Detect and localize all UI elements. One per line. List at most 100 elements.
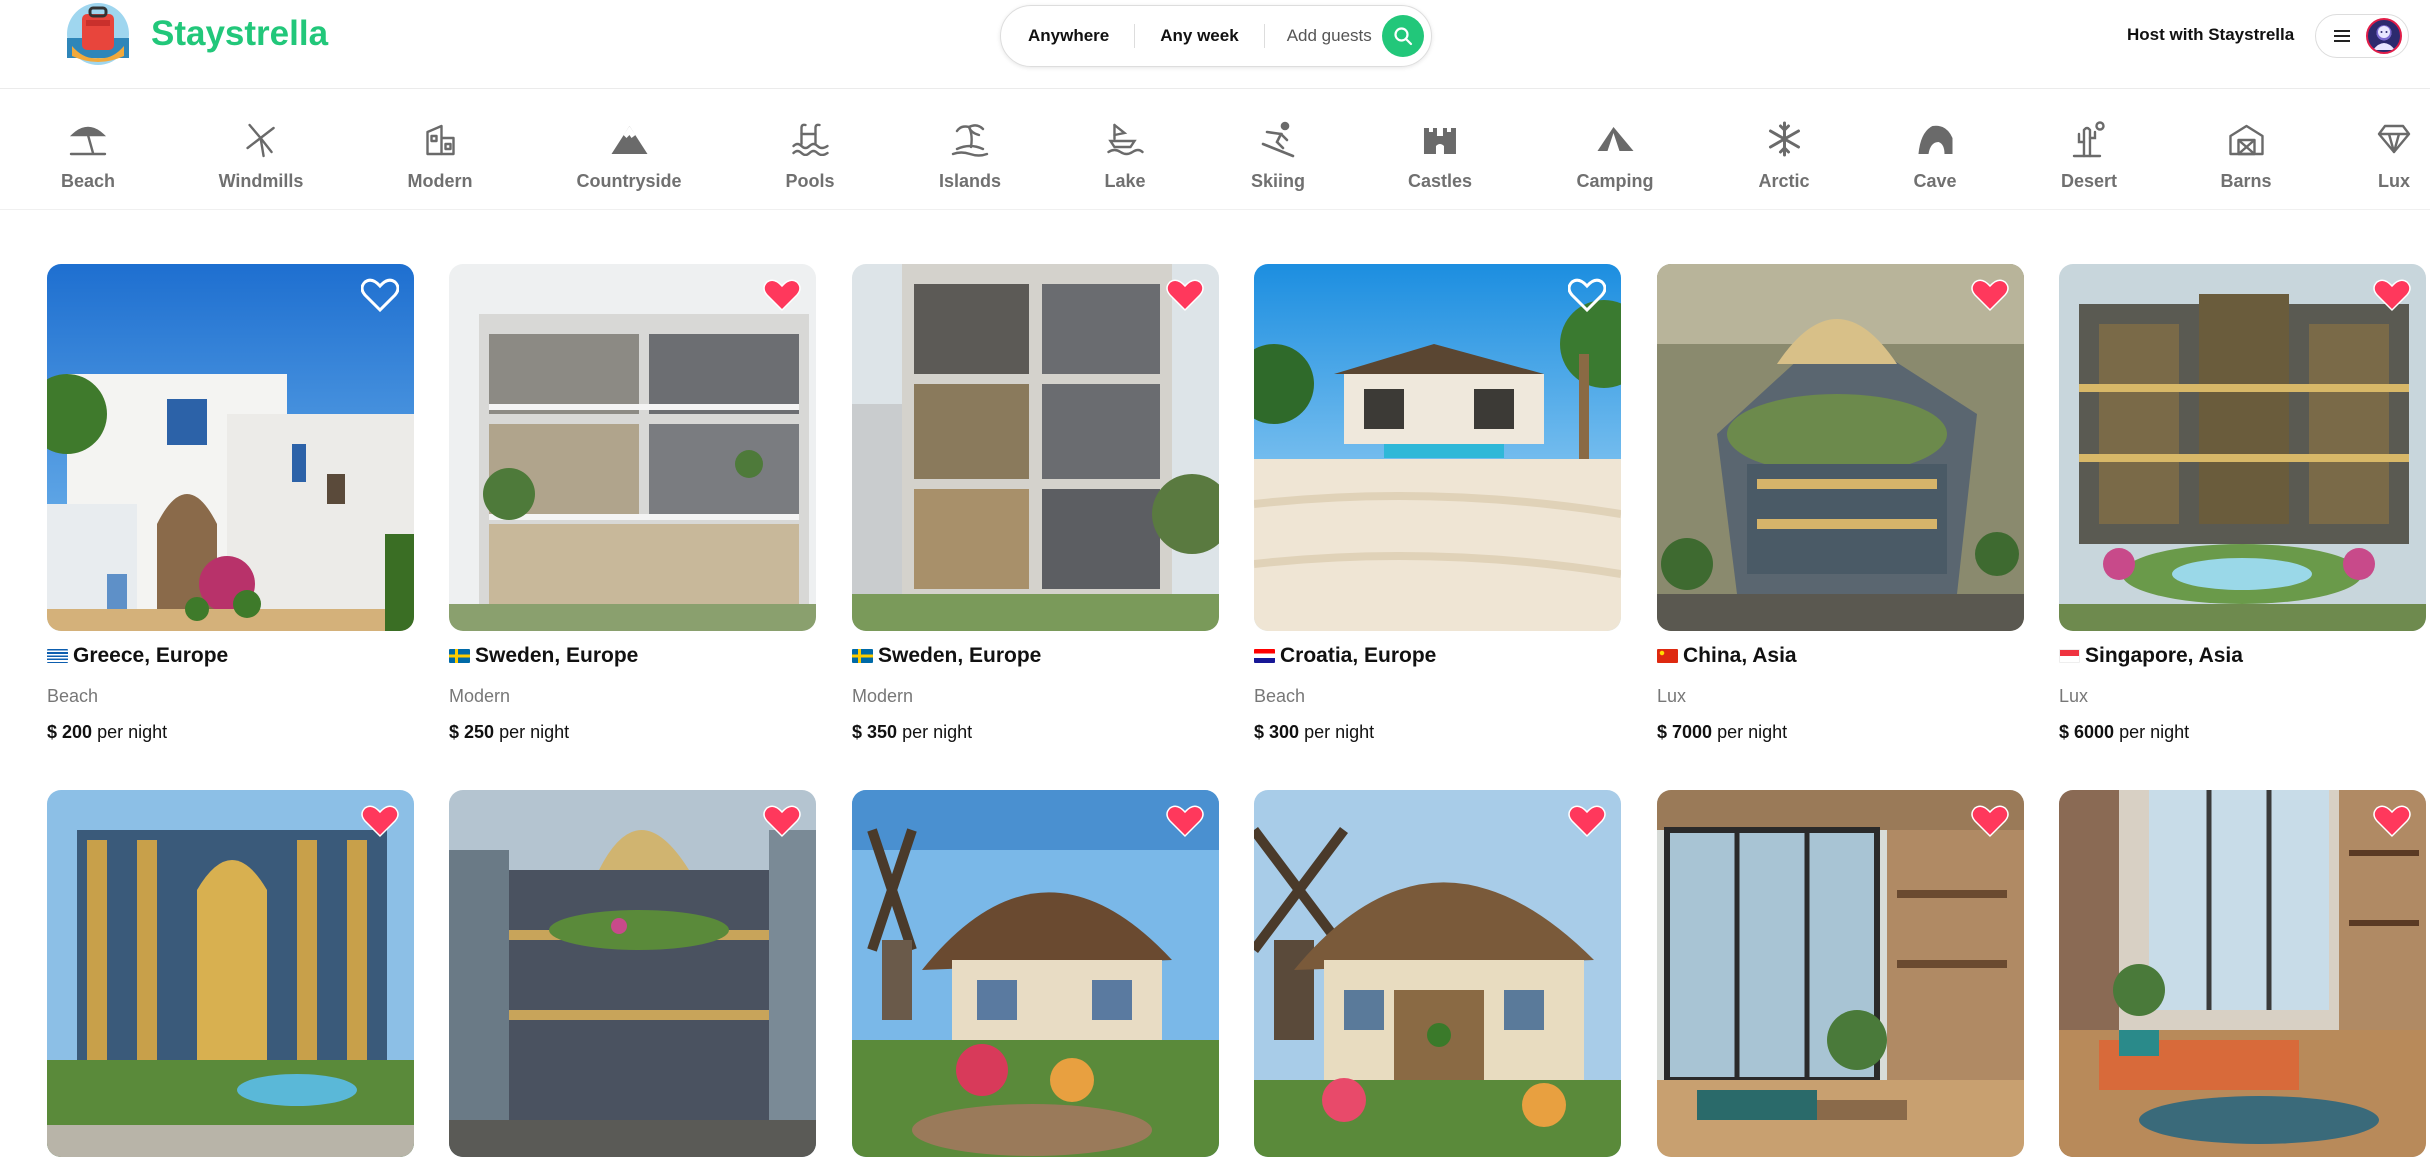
listing-category: Beach	[1254, 686, 1306, 706]
listing-photo[interactable]	[1657, 790, 2024, 1157]
search-add-guests-button[interactable]: Add guests	[1265, 26, 1372, 46]
category-windmills[interactable]: Windmills	[219, 119, 303, 192]
listing-card[interactable]: Greece, Europe Beach $ 200 per night	[47, 264, 414, 743]
pool-icon	[790, 119, 830, 159]
favorite-heart-icon[interactable]	[1166, 804, 1204, 838]
listing-card[interactable]	[852, 790, 1219, 1157]
brand-name[interactable]: Staystrella	[151, 14, 328, 54]
avatar	[2366, 18, 2402, 54]
skiing-icon	[1258, 119, 1298, 159]
favorite-heart-icon[interactable]	[2373, 804, 2411, 838]
listing-category: Lux	[2059, 686, 2089, 706]
listing-card[interactable]: Sweden, Europe Modern $ 250 per night	[449, 264, 816, 743]
listing-category: Beach	[47, 686, 99, 706]
hamburger-menu-icon	[2334, 30, 2350, 42]
category-lux[interactable]: Lux	[2374, 119, 2414, 192]
favorite-heart-icon[interactable]	[1971, 804, 2009, 838]
island-palm-icon	[950, 119, 990, 159]
category-lake[interactable]: Lake	[1104, 119, 1146, 192]
sweden-flag-icon	[852, 649, 873, 663]
favorite-heart-icon[interactable]	[1568, 278, 1606, 312]
favorite-heart-icon[interactable]	[763, 278, 801, 312]
brand-logo-icon[interactable]	[64, 2, 132, 66]
category-desert[interactable]: Desert	[2061, 119, 2117, 192]
listing-photo[interactable]	[47, 264, 414, 631]
top-header: Staystrella Anywhere Any week Add guests…	[0, 0, 2430, 89]
listing-card[interactable]: Singapore, Asia Lux $ 6000 per night	[2059, 264, 2426, 743]
listing-price: $ 300 per night	[1254, 722, 1375, 742]
search-any-week-button[interactable]: Any week	[1135, 26, 1263, 46]
cave-icon	[1915, 119, 1955, 159]
category-islands[interactable]: Islands	[939, 119, 1001, 192]
singapore-flag-icon	[2059, 649, 2080, 663]
listing-location: Sweden, Europe	[852, 644, 1219, 668]
listing-card[interactable]	[1254, 790, 1621, 1157]
search-submit-button[interactable]	[1381, 15, 1424, 57]
favorite-heart-icon[interactable]	[2373, 278, 2411, 312]
favorite-heart-icon[interactable]	[1971, 278, 2009, 312]
listing-photo[interactable]	[2059, 264, 2426, 631]
greece-flag-icon	[47, 649, 68, 663]
category-bar: Beach Windmills Modern Countryside Pools…	[0, 89, 2430, 210]
listing-price: $ 200 per night	[47, 722, 168, 742]
category-countryside[interactable]: Countryside	[576, 119, 682, 192]
china-flag-icon	[1657, 649, 1678, 663]
listing-card[interactable]	[2059, 790, 2426, 1157]
listing-photo[interactable]	[449, 790, 816, 1157]
listing-location: Sweden, Europe	[449, 644, 816, 668]
listing-photo[interactable]	[47, 790, 414, 1157]
listing-location: Singapore, Asia	[2059, 644, 2426, 668]
listing-card[interactable]: Croatia, Europe Beach $ 300 per night	[1254, 264, 1621, 743]
castle-icon	[1420, 119, 1460, 159]
listing-card[interactable]	[1657, 790, 2024, 1157]
sweden-flag-icon	[449, 649, 470, 663]
listing-card[interactable]	[47, 790, 414, 1157]
listing-category: Modern	[449, 686, 511, 706]
listing-price: $ 250 per night	[449, 722, 570, 742]
beach-umbrella-icon	[68, 119, 108, 159]
lake-boat-icon	[1105, 119, 1145, 159]
category-modern[interactable]: Modern	[408, 119, 473, 192]
search-anywhere-button[interactable]: Anywhere	[1001, 26, 1134, 46]
listing-photo[interactable]	[1254, 264, 1621, 631]
tent-icon	[1595, 119, 1635, 159]
listing-category: Lux	[1657, 686, 1687, 706]
listing-photo[interactable]	[852, 790, 1219, 1157]
croatia-flag-icon	[1254, 649, 1275, 663]
listing-category: Modern	[852, 686, 914, 706]
listing-price: $ 7000 per night	[1657, 722, 1788, 742]
category-beach[interactable]: Beach	[61, 119, 115, 192]
category-skiing[interactable]: Skiing	[1251, 119, 1305, 192]
category-cave[interactable]: Cave	[1913, 119, 1957, 192]
listing-photo[interactable]	[449, 264, 816, 631]
category-camping[interactable]: Camping	[1576, 119, 1654, 192]
favorite-heart-icon[interactable]	[1166, 278, 1204, 312]
listing-location: Croatia, Europe	[1254, 644, 1621, 668]
listing-photo[interactable]	[1254, 790, 1621, 1157]
category-castles[interactable]: Castles	[1408, 119, 1472, 192]
listing-card[interactable]: China, Asia Lux $ 7000 per night	[1657, 264, 2024, 743]
category-pools[interactable]: Pools	[785, 119, 835, 192]
mountain-icon	[609, 119, 649, 159]
favorite-heart-icon[interactable]	[1568, 804, 1606, 838]
listing-price: $ 6000 per night	[2059, 722, 2190, 742]
barn-icon	[2226, 119, 2266, 159]
favorite-heart-icon[interactable]	[361, 804, 399, 838]
favorite-heart-icon[interactable]	[763, 804, 801, 838]
category-barns[interactable]: Barns	[2220, 119, 2272, 192]
search-icon	[1394, 27, 1412, 46]
favorite-heart-icon[interactable]	[361, 278, 399, 312]
listing-card[interactable]	[449, 790, 816, 1157]
listing-photo[interactable]	[1657, 264, 2024, 631]
user-menu-button[interactable]	[2315, 14, 2409, 58]
listing-photo[interactable]	[2059, 790, 2426, 1157]
listing-photo[interactable]	[852, 264, 1219, 631]
search-bar[interactable]: Anywhere Any week Add guests	[1000, 5, 1432, 67]
modern-house-icon	[420, 119, 460, 159]
category-arctic[interactable]: Arctic	[1758, 119, 1810, 192]
listing-card[interactable]: Sweden, Europe Modern $ 350 per night	[852, 264, 1219, 743]
windmill-icon	[241, 119, 281, 159]
host-link[interactable]: Host with Staystrella	[2127, 25, 2294, 45]
snowflake-icon	[1764, 119, 1804, 159]
listing-location: China, Asia	[1657, 644, 2024, 668]
